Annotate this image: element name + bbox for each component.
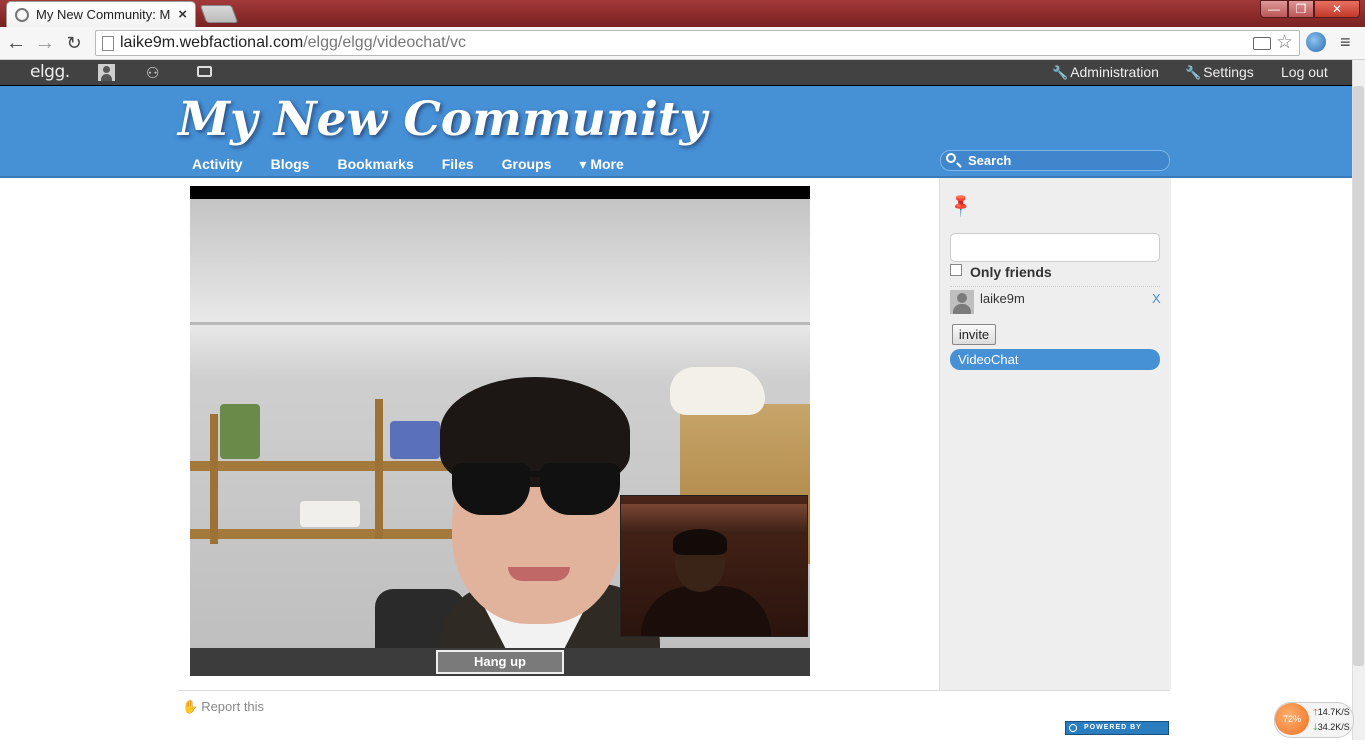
menu-item-blogs[interactable]: Blogs bbox=[271, 156, 310, 173]
pip-body bbox=[641, 586, 771, 636]
user-name[interactable]: laike9m bbox=[980, 291, 1025, 306]
sunglasses bbox=[452, 463, 530, 515]
tab-favicon-icon bbox=[15, 7, 29, 22]
invite-button[interactable]: invite bbox=[952, 324, 996, 345]
video-ceiling-edge bbox=[190, 322, 810, 325]
search-placeholder: Search bbox=[968, 153, 1012, 168]
menu-item-files[interactable]: Files bbox=[442, 156, 474, 173]
sidebar-item-videochat[interactable]: VideoChat bbox=[950, 349, 1160, 370]
settings-link[interactable]: 🔧 Settings bbox=[1185, 64, 1254, 81]
site-title[interactable]: My New Community bbox=[178, 92, 707, 147]
tab-title: My New Community: M bbox=[36, 7, 171, 22]
window-minimize-button[interactable]: — bbox=[1260, 0, 1288, 18]
content-divider bbox=[178, 690, 1170, 691]
new-tab-button[interactable] bbox=[199, 5, 239, 23]
avatar bbox=[950, 290, 974, 314]
video-ceiling bbox=[190, 199, 810, 324]
browser-menu-icon[interactable]: ≡ bbox=[1340, 32, 1351, 53]
video-bag bbox=[390, 421, 440, 459]
remove-user-button[interactable]: X bbox=[1152, 291, 1161, 306]
menu-item-more[interactable]: ▾ More bbox=[579, 156, 623, 173]
site-menu: Activity Blogs Bookmarks Files Groups ▾ … bbox=[192, 156, 652, 173]
report-link[interactable]: ✋ Report this bbox=[182, 699, 264, 715]
scrollbar-thumb[interactable] bbox=[1353, 86, 1364, 666]
back-button[interactable]: ← bbox=[4, 31, 28, 55]
camera-icon[interactable] bbox=[1253, 37, 1271, 50]
only-friends-checkbox[interactable] bbox=[950, 264, 962, 276]
logout-link[interactable]: Log out bbox=[1281, 64, 1328, 80]
local-video-preview bbox=[620, 495, 808, 637]
sunglasses-bridge bbox=[525, 471, 545, 477]
user-filter-input[interactable] bbox=[950, 233, 1160, 262]
profile-icon[interactable] bbox=[98, 64, 115, 81]
video-bag bbox=[300, 501, 360, 527]
upload-speed: 🡑14.7K/S bbox=[1313, 705, 1350, 721]
administration-label: Administration bbox=[1070, 64, 1159, 80]
user-list-divider bbox=[950, 286, 1160, 287]
menu-item-groups[interactable]: Groups bbox=[502, 156, 552, 173]
download-speed: 🡓34.2K/S bbox=[1313, 720, 1350, 736]
bookmark-star-icon[interactable]: ☆ bbox=[1276, 31, 1293, 55]
friends-icon[interactable]: ⚇ bbox=[146, 64, 159, 82]
network-gauge: 72% bbox=[1275, 703, 1309, 735]
video-books bbox=[220, 404, 260, 459]
forward-button[interactable]: → bbox=[33, 31, 57, 55]
reload-button[interactable]: ↻ bbox=[62, 31, 86, 55]
search-input[interactable]: Search bbox=[940, 150, 1170, 171]
report-icon: ✋ bbox=[182, 699, 199, 714]
tab-close-icon[interactable]: × bbox=[178, 6, 187, 23]
sunglasses bbox=[540, 463, 620, 515]
wrench-icon: 🔧 bbox=[1185, 65, 1202, 80]
hang-up-button[interactable]: Hang up bbox=[436, 650, 564, 674]
menu-item-bookmarks[interactable]: Bookmarks bbox=[337, 156, 413, 173]
messages-icon[interactable] bbox=[197, 66, 212, 77]
globe-icon[interactable] bbox=[1306, 32, 1326, 52]
search-icon bbox=[946, 153, 956, 163]
administration-link[interactable]: 🔧 Administration bbox=[1052, 64, 1159, 81]
powered-by-elgg-badge[interactable]: POWERED BY ELGG bbox=[1065, 721, 1169, 743]
window-maximize-button[interactable]: ❐ bbox=[1288, 0, 1314, 18]
report-label: Report this bbox=[201, 699, 265, 714]
video-shelf-post bbox=[375, 399, 383, 539]
url-path: /elgg/elgg/videochat/vc bbox=[303, 34, 466, 51]
settings-label: Settings bbox=[1203, 64, 1254, 80]
site-header: My New Community Activity Blogs Bookmark… bbox=[0, 86, 1352, 178]
pip-shelf bbox=[621, 504, 807, 534]
person-mouth bbox=[508, 567, 570, 581]
pip-hair bbox=[673, 529, 727, 555]
elgg-logo[interactable]: elgg. bbox=[30, 62, 70, 82]
upload-speed-value: 14.7K/S bbox=[1317, 707, 1350, 717]
menu-item-activity[interactable]: Activity bbox=[192, 156, 243, 173]
page-icon bbox=[102, 36, 114, 51]
download-speed-value: 34.2K/S bbox=[1317, 722, 1350, 732]
only-friends-label: Only friends bbox=[970, 264, 1052, 280]
browser-tab[interactable]: My New Community: M × bbox=[6, 1, 196, 27]
window-close-button[interactable]: ✕ bbox=[1314, 0, 1360, 18]
wrench-icon: 🔧 bbox=[1052, 65, 1069, 80]
video-bag bbox=[670, 367, 765, 415]
video-shelf-post bbox=[210, 414, 218, 544]
address-bar[interactable]: laike9m.webfactional.com/elgg/elgg/video… bbox=[95, 30, 1300, 56]
url-host: laike9m.webfactional.com bbox=[120, 34, 304, 51]
elgg-topbar: elgg. ⚇ 🔧 Administration 🔧 Settings Log ou… bbox=[0, 60, 1352, 86]
